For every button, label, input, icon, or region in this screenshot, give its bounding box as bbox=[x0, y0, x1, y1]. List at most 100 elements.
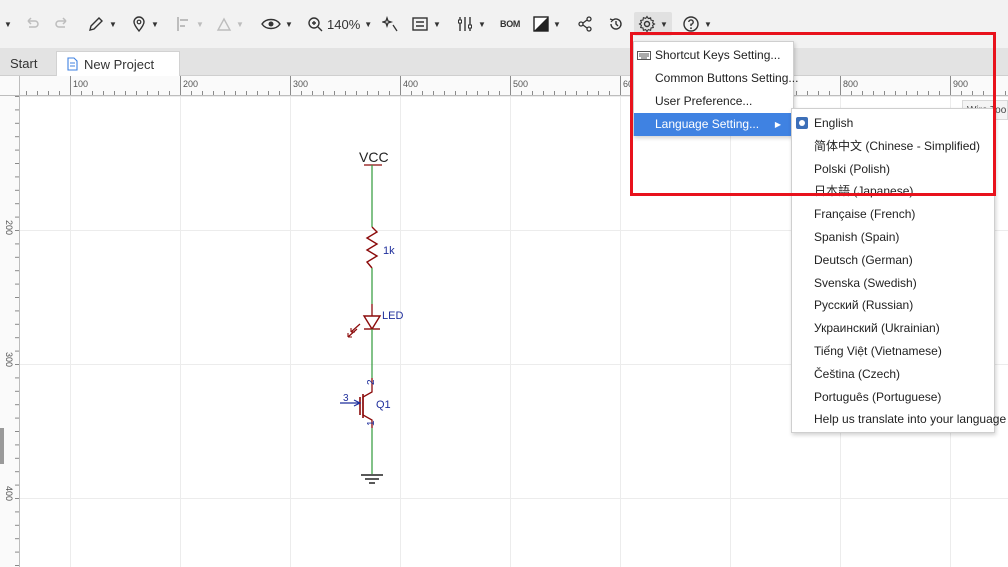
theme-button[interactable]: ▼ bbox=[533, 12, 561, 36]
language-option-ukrainian[interactable]: Украинский (Ukrainian) bbox=[792, 317, 994, 340]
ruler-top-label: 100 bbox=[73, 79, 89, 89]
menu-item-language-setting[interactable]: Language Setting... ▶ bbox=[634, 113, 793, 136]
history-button[interactable] bbox=[608, 12, 624, 36]
view-button[interactable]: ▼ bbox=[261, 12, 293, 36]
align-button[interactable]: ▼ bbox=[176, 12, 204, 36]
history-icon bbox=[609, 18, 622, 30]
draw-tool-button[interactable]: ▼ bbox=[87, 12, 117, 36]
language-option-german[interactable]: Deutsch (German) bbox=[792, 249, 994, 272]
language-option-label: Svenska (Swedish) bbox=[814, 275, 917, 290]
transistor-label: Q1 bbox=[376, 399, 391, 411]
component-button[interactable]: ▼ bbox=[411, 12, 441, 36]
ruler-left-label: 200 bbox=[4, 220, 14, 236]
undo-icon bbox=[27, 17, 39, 28]
language-option-label: Português (Portuguese) bbox=[814, 389, 942, 404]
tab-start[interactable]: Start bbox=[0, 51, 47, 76]
pin-2-label: 2 bbox=[366, 379, 377, 385]
language-option-label: 日本語 (Japanese) bbox=[814, 184, 914, 199]
language-option-japanese[interactable]: 日本語 (Japanese) bbox=[792, 180, 994, 203]
chevron-down-icon: ▼ bbox=[478, 19, 486, 29]
chevron-down-icon: ▼ bbox=[364, 19, 373, 29]
menu-item-label: User Preference... bbox=[655, 94, 753, 108]
ruler-top-label: 400 bbox=[403, 79, 419, 89]
selected-radio-icon bbox=[796, 117, 808, 129]
resistor-symbol[interactable] bbox=[365, 226, 379, 269]
help-icon bbox=[683, 16, 699, 32]
language-option-label: Русский (Russian) bbox=[814, 298, 914, 313]
left-panel-handle[interactable] bbox=[0, 428, 4, 464]
chevron-down-icon: ▼ bbox=[660, 19, 668, 29]
language-option-spanish[interactable]: Spanish (Spain) bbox=[792, 226, 994, 249]
place-tool-button[interactable]: ▼ bbox=[131, 12, 159, 36]
sparkle-icon bbox=[382, 16, 398, 32]
language-option-portuguese[interactable]: Português (Portuguese) bbox=[792, 386, 994, 409]
language-option-english[interactable]: English bbox=[792, 112, 994, 135]
measure-button[interactable]: ▼ bbox=[216, 12, 244, 36]
chevron-right-icon: ▶ bbox=[774, 120, 781, 129]
chevron-down-icon: ▼ bbox=[4, 19, 12, 29]
share-button[interactable] bbox=[577, 12, 593, 36]
chevron-down-icon: ▼ bbox=[109, 19, 117, 29]
language-submenu: English 简体中文 (Chinese - Simplified) Pols… bbox=[791, 108, 1006, 433]
language-option-label: Tiếng Việt (Vietnamese) bbox=[814, 343, 942, 358]
resistor-label: 1k bbox=[383, 245, 395, 257]
pin-1-label: 1 bbox=[366, 420, 377, 426]
ground-symbol[interactable] bbox=[361, 474, 383, 484]
chevron-down-icon: ▼ bbox=[285, 19, 293, 29]
language-option-label: Polski (Polish) bbox=[814, 161, 891, 176]
eye-icon bbox=[261, 18, 281, 30]
help-button[interactable]: ▼ bbox=[682, 12, 712, 36]
settings-button[interactable]: ▼ bbox=[634, 12, 672, 36]
vcc-label: VCC bbox=[359, 149, 389, 165]
led-symbol[interactable] bbox=[362, 315, 382, 331]
bom-button[interactable]: BOM bbox=[500, 12, 520, 36]
language-option-french[interactable]: Française (French) bbox=[792, 203, 994, 226]
ruler-left-label: 300 bbox=[4, 352, 14, 368]
keyboard-icon bbox=[637, 51, 651, 60]
language-option-label: English bbox=[814, 116, 854, 130]
contrast-icon bbox=[533, 16, 549, 32]
language-option-help-translate[interactable]: Help us translate into your language bbox=[792, 408, 1006, 431]
redo-button[interactable] bbox=[54, 12, 70, 36]
tab-new-project[interactable]: New Project bbox=[56, 51, 180, 76]
menu-item-user-preference[interactable]: User Preference... bbox=[634, 90, 793, 113]
language-option-label: Украинский (Ukrainian) bbox=[814, 321, 940, 336]
language-option-label: Française (French) bbox=[814, 207, 916, 222]
component-icon bbox=[412, 17, 428, 31]
tools-button[interactable]: ▼ bbox=[456, 12, 486, 36]
language-option-vietnamese[interactable]: Tiếng Việt (Vietnamese) bbox=[792, 340, 994, 363]
ruler-top-label: 900 bbox=[953, 79, 969, 89]
undo-button[interactable] bbox=[24, 12, 40, 36]
language-option-chinese[interactable]: 简体中文 (Chinese - Simplified) bbox=[792, 135, 994, 158]
auto-tool-button[interactable] bbox=[382, 12, 398, 36]
ruler-top-label: 300 bbox=[293, 79, 309, 89]
menu-item-label: Shortcut Keys Setting... bbox=[655, 48, 781, 62]
left-dropdown-button[interactable]: ▼ bbox=[0, 12, 12, 36]
chevron-down-icon: ▼ bbox=[151, 19, 159, 29]
chevron-down-icon: ▼ bbox=[553, 19, 561, 29]
menu-item-shortcut-keys[interactable]: Shortcut Keys Setting... bbox=[634, 44, 793, 67]
language-option-russian[interactable]: Русский (Russian) bbox=[792, 294, 994, 317]
chevron-down-icon: ▼ bbox=[196, 19, 204, 29]
language-option-label: Deutsch (German) bbox=[814, 252, 913, 267]
menu-item-common-buttons[interactable]: Common Buttons Setting... bbox=[634, 67, 798, 90]
language-option-swedish[interactable]: Svenska (Swedish) bbox=[792, 272, 994, 295]
menu-item-label: Common Buttons Setting... bbox=[655, 71, 799, 85]
ruler-left: 200 300 400 bbox=[0, 96, 20, 567]
chevron-down-icon: ▼ bbox=[704, 19, 712, 29]
share-icon bbox=[578, 16, 592, 32]
settings-menu: Shortcut Keys Setting... Common Buttons … bbox=[633, 41, 798, 136]
zoom-button[interactable]: 140% ▼ bbox=[307, 12, 372, 36]
schematic-document-icon bbox=[67, 57, 78, 71]
language-option-polish[interactable]: Polski (Polish) bbox=[792, 158, 994, 181]
measure-icon bbox=[216, 17, 232, 31]
language-option-label: Čeština (Czech) bbox=[814, 366, 901, 381]
zoom-icon bbox=[308, 17, 323, 32]
tab-new-project-label: New Project bbox=[84, 56, 155, 72]
bom-label: BOM bbox=[500, 19, 521, 29]
ruler-top: 100 200 300 400 500 600 800 900 bbox=[20, 76, 1008, 96]
location-pin-icon bbox=[133, 16, 145, 33]
language-option-label: Help us translate into your language bbox=[814, 412, 1007, 427]
language-option-czech[interactable]: Čeština (Czech) bbox=[792, 363, 994, 386]
ruler-top-label: 200 bbox=[183, 79, 199, 89]
